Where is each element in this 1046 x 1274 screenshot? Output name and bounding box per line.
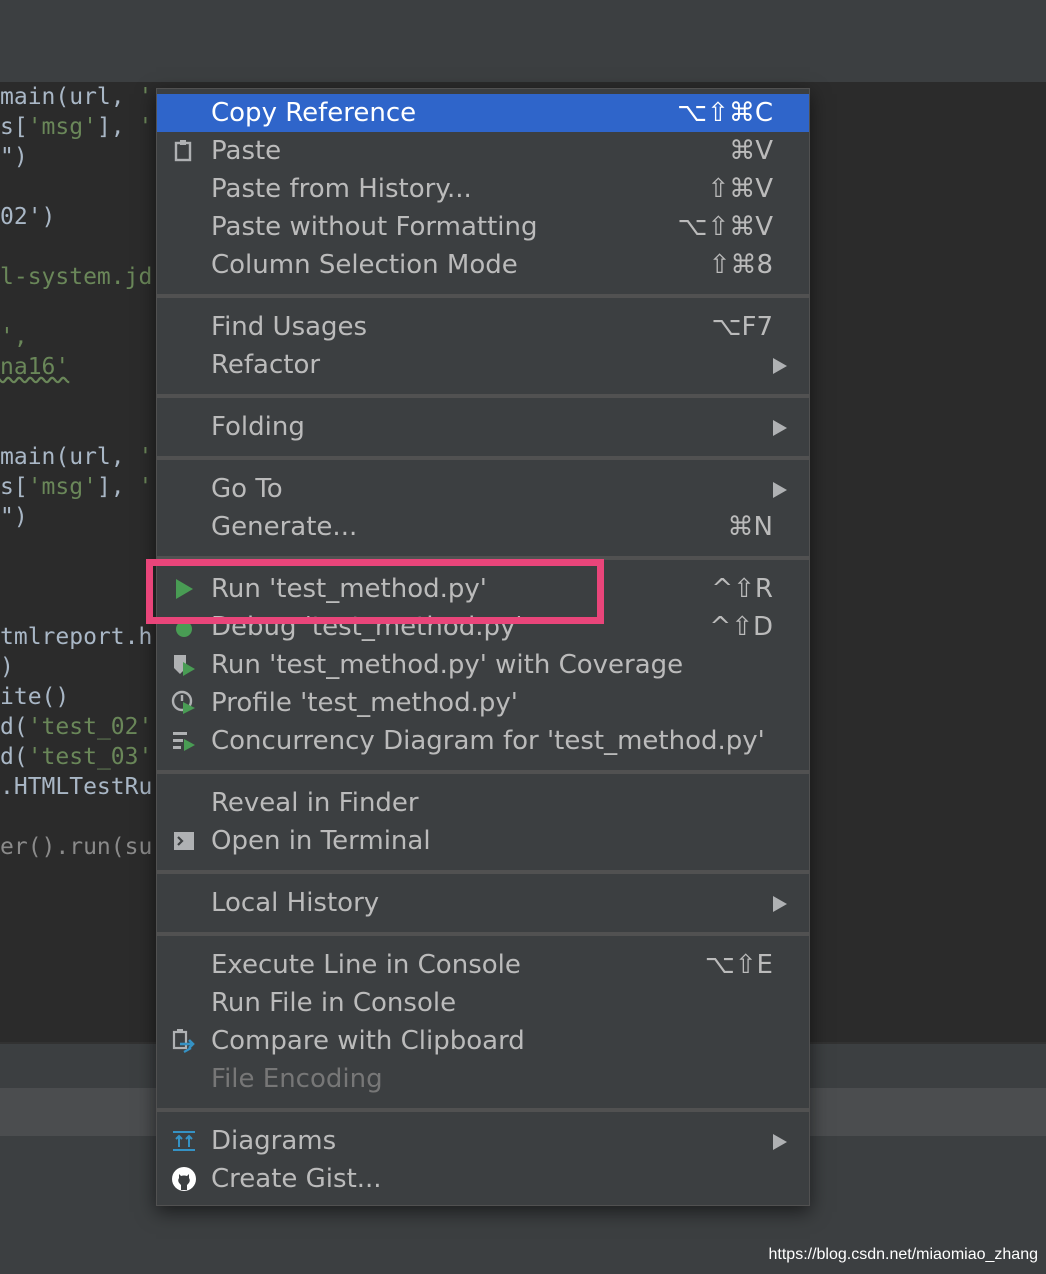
code-line: d('test_03' [0,744,153,770]
menu-item-label: Paste [211,136,282,166]
code-line: na16' [0,354,70,380]
menu-item-shortcut: ⌘N [727,512,773,542]
menu-item-reveal-in-finder[interactable]: Reveal in Finder [157,784,809,822]
menu-separator [157,870,809,874]
menu-item-execute-line-in-console[interactable]: Execute Line in Console ⌥⇧E [157,946,809,984]
menu-item-label: Copy Reference [211,98,417,128]
code-line: d('test_02' [0,714,153,740]
menu-item-paste[interactable]: Paste ⌘V [157,132,809,170]
menu-item-label: Concurrency Diagram for 'test_method.py' [211,726,765,756]
watermark: https://blog.csdn.net/miaomiao_zhang [768,1246,1039,1263]
menu-item-label: Open in Terminal [211,826,431,856]
code-line: s['msg'], ' [0,474,153,500]
menu-item-label: File Encoding [211,1064,383,1094]
code-line: ") [0,144,28,170]
menu-item-label: Generate... [211,512,358,542]
code-line: tmlreport.h [0,624,153,650]
editor-tab-bar [0,0,1046,82]
menu-item-shortcut: ⌥⇧⌘C [677,98,773,128]
menu-item-label: Profile 'test_method.py' [211,688,518,718]
menu-item-label: Create Gist... [211,1164,382,1194]
menu-item-paste-without-formatting[interactable]: Paste without Formatting ⌥⇧⌘V [157,208,809,246]
menu-item-label: Diagrams [211,1126,337,1156]
menu-item-shortcut: ⇧⌘V [707,174,773,204]
menu-item-label: Paste without Formatting [211,212,538,242]
submenu-arrow-icon [773,896,787,912]
code-line: l-system.jd [0,264,153,290]
menu-item-shortcut: ⌘V [729,136,773,166]
menu-item-diagrams[interactable]: Diagrams [157,1122,809,1160]
menu-item-concurrency-diagram[interactable]: Concurrency Diagram for 'test_method.py' [157,722,809,760]
menu-item-shortcut: ⌥⇧⌘V [677,212,773,242]
context-menu: Copy Reference ⌥⇧⌘C Paste ⌘V Paste from … [156,88,810,1206]
code-line: 02') [0,204,56,230]
code-line: main(url, ' [0,444,153,470]
menu-item-local-history[interactable]: Local History [157,884,809,922]
code-line: ', [0,324,28,350]
diagrams-icon [171,1128,197,1154]
code-line: .HTMLTestRu [0,774,153,800]
menu-separator [157,1108,809,1112]
menu-item-shortcut: ^⇧R [711,574,773,604]
profile-icon [171,690,197,716]
menu-item-copy-reference[interactable]: Copy Reference ⌥⇧⌘C [157,94,809,132]
menu-item-open-in-terminal[interactable]: Open in Terminal [157,822,809,860]
menu-separator [157,294,809,298]
menu-item-run-with-coverage[interactable]: Run 'test_method.py' with Coverage [157,646,809,684]
menu-item-paste-from-history[interactable]: Paste from History... ⇧⌘V [157,170,809,208]
menu-item-find-usages[interactable]: Find Usages ⌥F7 [157,308,809,346]
menu-item-label: Run 'test_method.py' with Coverage [211,650,684,680]
menu-item-label: Reveal in Finder [211,788,419,818]
menu-item-refactor[interactable]: Refactor [157,346,809,384]
menu-item-label: Paste from History... [211,174,472,204]
submenu-arrow-icon [773,420,787,436]
menu-item-label: Refactor [211,350,321,380]
concurrency-icon [171,728,197,754]
menu-item-compare-with-clipboard[interactable]: Compare with Clipboard [157,1022,809,1060]
menu-item-label: Run File in Console [211,988,457,1018]
submenu-arrow-icon [773,482,787,498]
github-icon [171,1166,197,1192]
terminal-icon [171,828,197,854]
code-line: s['msg'], ' [0,114,153,140]
menu-item-shortcut: ^⇧D [709,612,773,642]
menu-item-label: Column Selection Mode [211,250,518,280]
menu-item-go-to[interactable]: Go To [157,470,809,508]
coverage-icon [171,652,197,678]
menu-separator [157,394,809,398]
menu-separator [157,456,809,460]
menu-item-shortcut: ⇧⌘8 [708,250,773,280]
code-line: main(url, ' [0,84,153,110]
menu-item-label: Local History [211,888,380,918]
menu-item-folding[interactable]: Folding [157,408,809,446]
menu-item-profile[interactable]: Profile 'test_method.py' [157,684,809,722]
menu-item-label: Find Usages [211,312,368,342]
menu-separator [157,770,809,774]
annotation-highlight-box [146,559,604,624]
menu-item-shortcut: ⌥F7 [711,312,773,342]
menu-item-generate[interactable]: Generate... ⌘N [157,508,809,546]
code-line: ) [0,654,14,680]
submenu-arrow-icon [773,1134,787,1150]
menu-item-column-selection-mode[interactable]: Column Selection Mode ⇧⌘8 [157,246,809,284]
submenu-arrow-icon [773,358,787,374]
compare-icon [171,1028,197,1054]
menu-separator [157,932,809,936]
clipboard-icon [171,138,197,164]
menu-item-create-gist[interactable]: Create Gist... [157,1160,809,1198]
menu-item-label: Folding [211,412,305,442]
code-line: er().run(su [0,834,153,860]
code-line: ite() [0,684,70,710]
menu-item-file-encoding[interactable]: File Encoding [157,1060,809,1098]
menu-item-label: Compare with Clipboard [211,1026,525,1056]
code-line: ") [0,504,28,530]
menu-item-label: Execute Line in Console [211,950,521,980]
menu-item-label: Go To [211,474,283,504]
menu-item-run-file-in-console[interactable]: Run File in Console [157,984,809,1022]
menu-item-shortcut: ⌥⇧E [704,950,773,980]
